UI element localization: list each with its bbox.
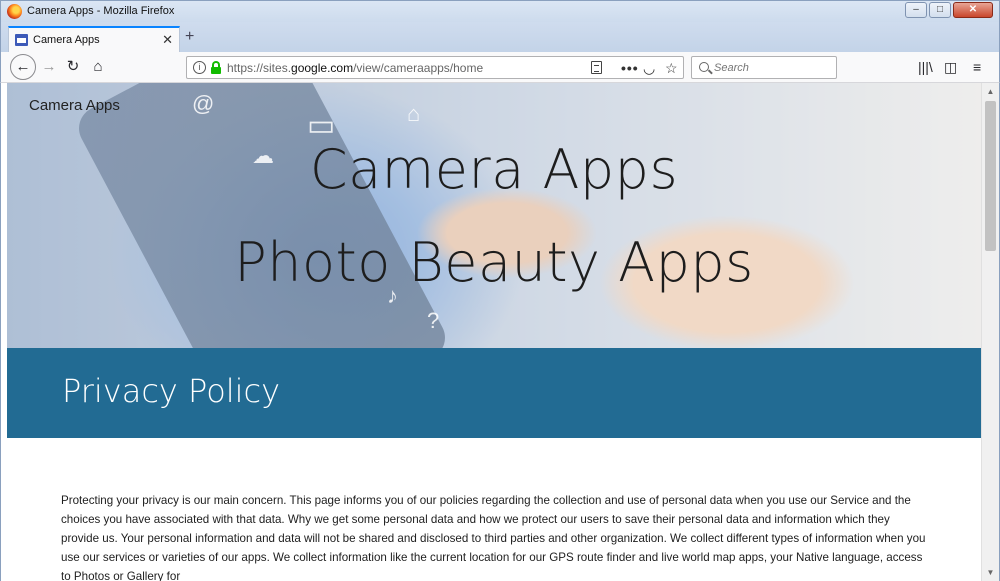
firefox-logo-icon <box>7 4 22 19</box>
hamburger-menu-button[interactable]: ≡ <box>973 57 981 77</box>
hero-overlay <box>7 83 981 348</box>
search-input[interactable] <box>714 60 832 75</box>
section-header-band: Privacy Policy <box>7 348 981 438</box>
url-text[interactable]: https://sites.google.com/view/cameraapps… <box>227 61 483 75</box>
pocket-icon[interactable]: ◡ <box>643 59 655 77</box>
home-button[interactable]: ⌂ <box>87 56 109 78</box>
window-controls: – □ ✕ <box>903 2 993 18</box>
back-button[interactable]: ← <box>10 54 36 80</box>
site-name[interactable]: Camera Apps <box>29 97 120 114</box>
tab-camera-apps[interactable]: Camera Apps ✕ <box>8 26 180 52</box>
reader-view-icon[interactable] <box>591 61 602 74</box>
new-tab-button[interactable]: + <box>185 28 194 46</box>
library-button[interactable]: |||\ <box>918 57 933 77</box>
address-bar[interactable]: i https://sites.google.com/view/cameraap… <box>186 56 684 79</box>
tab-close-icon[interactable]: ✕ <box>162 32 173 48</box>
sites-page-icon <box>15 34 28 46</box>
hero-title-line1: Camera Apps <box>309 138 679 201</box>
privacy-policy-paragraph: Protecting your privacy is our main conc… <box>61 494 926 581</box>
sidebar-toggle-button[interactable]: ◫ <box>944 57 957 77</box>
hero-banner: @ ▭ ⌂ ☁ ♪ ? Camera Apps Camera Apps Phot… <box>7 83 981 348</box>
hero-title-line2: Photo Beauty Apps <box>234 231 754 294</box>
window-titlebar: Camera Apps - Mozilla Firefox – □ ✕ <box>0 0 1000 22</box>
scroll-up-icon[interactable]: ▲ <box>982 83 999 100</box>
site-info-icon[interactable]: i <box>193 61 206 74</box>
tab-label: Camera Apps <box>33 34 100 46</box>
forward-button[interactable]: → <box>38 56 60 78</box>
scroll-down-icon[interactable]: ▼ <box>982 564 999 581</box>
navigation-toolbar: ← → ↻ ⌂ i https://sites.google.com/view/… <box>0 52 1000 83</box>
page-viewport: @ ▭ ⌂ ☁ ♪ ? Camera Apps Camera Apps Phot… <box>0 83 1000 581</box>
minimize-button[interactable]: – <box>905 2 927 18</box>
lock-icon[interactable] <box>211 61 221 74</box>
close-window-button[interactable]: ✕ <box>953 2 993 18</box>
page-actions-more-button[interactable]: ••• <box>621 59 639 77</box>
reload-button[interactable]: ↻ <box>62 56 84 78</box>
tab-strip: Camera Apps ✕ + <box>0 22 1000 52</box>
search-bar[interactable] <box>691 56 837 79</box>
search-icon <box>699 62 709 72</box>
scrollbar-thumb[interactable] <box>985 101 996 251</box>
maximize-button[interactable]: □ <box>929 2 951 18</box>
window-title: Camera Apps - Mozilla Firefox <box>27 5 175 17</box>
page-scrollbar[interactable]: ▲ ▼ <box>981 83 999 581</box>
bookmark-star-icon[interactable]: ☆ <box>665 59 678 77</box>
section-title: Privacy Policy <box>62 372 281 410</box>
